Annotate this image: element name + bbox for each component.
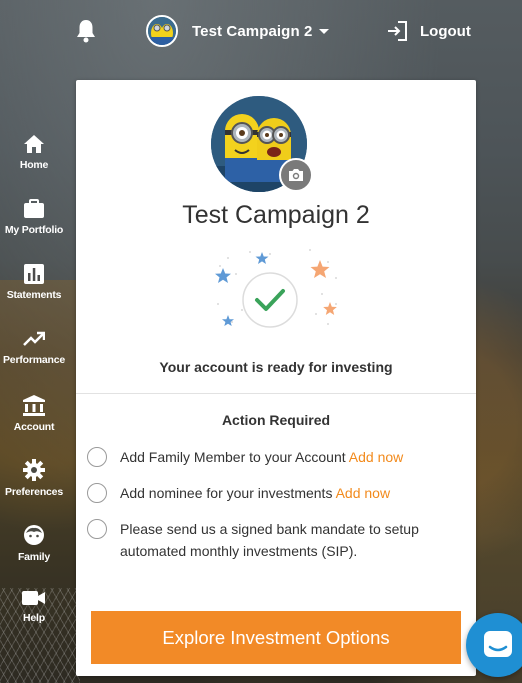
add-nominee-link[interactable]: Add now — [336, 485, 390, 501]
sidebar-item-preferences[interactable]: Preferences — [0, 459, 68, 498]
video-camera-icon — [22, 591, 45, 605]
sidebar-item-label: Account — [13, 421, 55, 433]
trending-up-icon — [23, 331, 45, 346]
action-label: Add Family Member to your Account — [120, 449, 346, 465]
bar-chart-icon — [24, 264, 44, 284]
action-item-bank-mandate: Please send us a signed bank mandate to … — [87, 519, 457, 562]
action-radio[interactable] — [87, 447, 107, 467]
top-bar: Test Campaign 2 Logout — [0, 0, 522, 64]
action-radio[interactable] — [87, 483, 107, 503]
sidebar-item-label: Performance — [3, 354, 65, 366]
sidebar-item-label: Help — [23, 612, 45, 624]
chevron-down-icon — [319, 28, 330, 34]
add-family-member-link[interactable]: Add now — [349, 449, 403, 465]
home-icon — [24, 135, 44, 153]
chat-icon — [484, 631, 512, 657]
sidebar-item-label: Family — [17, 551, 51, 563]
sidebar-item-account[interactable]: Account — [0, 394, 68, 433]
campaign-name: Test Campaign 2 — [192, 22, 313, 40]
action-text: Add nominee for your investments Add now — [120, 482, 390, 504]
sidebar-item-my-portfolio[interactable]: My Portfolio — [0, 199, 68, 236]
sidebar-item-label: My Portfolio — [4, 224, 64, 236]
action-label: Please send us a signed bank mandate to … — [120, 521, 419, 559]
chat-button[interactable] — [466, 613, 522, 677]
logout-button[interactable]: Logout — [386, 21, 471, 41]
briefcase-icon — [24, 199, 44, 218]
sidebar-item-help[interactable]: Help — [0, 589, 68, 624]
logout-label: Logout — [420, 22, 471, 40]
campaign-switcher[interactable]: Test Campaign 2 — [146, 13, 330, 49]
explore-investment-options-button[interactable]: Explore Investment Options — [91, 611, 461, 664]
gear-icon — [23, 459, 45, 481]
sidebar-item-label: Home — [19, 159, 49, 171]
action-label: Add nominee for your investments — [120, 485, 333, 501]
account-card: Test Campaign 2 Your account is ready fo… — [76, 80, 476, 676]
action-text: Add Family Member to your Account Add no… — [120, 446, 403, 468]
success-check-icon — [215, 249, 337, 328]
sidebar-item-label: Preferences — [5, 486, 63, 498]
action-item-add-nominee: Add nominee for your investments Add now — [87, 483, 457, 504]
bell-icon[interactable] — [74, 18, 98, 44]
sidebar-item-performance[interactable]: Performance — [0, 329, 68, 366]
avatar — [146, 15, 178, 47]
sidebar-item-family[interactable]: Family — [0, 524, 68, 563]
divider — [76, 393, 476, 394]
sidebar-item-statements[interactable]: Statements — [0, 264, 68, 301]
status-message: Your account is ready for investing — [159, 359, 393, 375]
camera-icon — [289, 169, 303, 181]
action-item-add-family-member: Add Family Member to your Account Add no… — [87, 447, 457, 468]
face-icon — [24, 525, 44, 545]
sidebar-item-home[interactable]: Home — [0, 134, 68, 171]
action-radio[interactable] — [87, 519, 107, 539]
bank-icon — [23, 395, 45, 416]
change-photo-button[interactable] — [279, 158, 313, 192]
action-required-heading: Action Required — [221, 412, 331, 428]
page-title: Test Campaign 2 — [182, 201, 370, 229]
logout-icon — [388, 21, 407, 41]
sidebar-item-label: Statements — [6, 289, 62, 301]
